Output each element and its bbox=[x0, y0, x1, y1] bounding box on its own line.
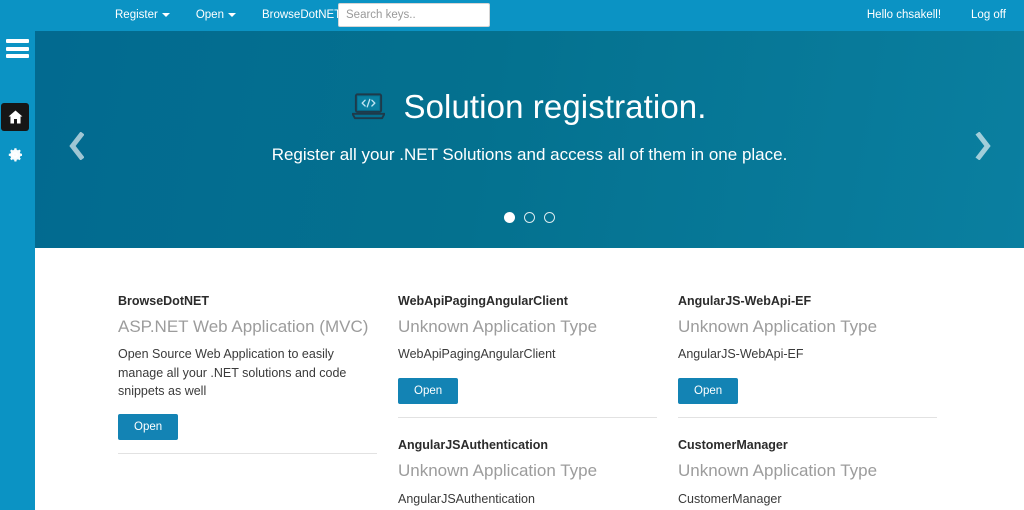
gear-icon bbox=[7, 147, 23, 163]
carousel-indicators bbox=[35, 212, 1024, 223]
hero-title-row: Solution registration. bbox=[35, 89, 1024, 125]
nav-item-open-label: Open bbox=[196, 9, 224, 21]
nav-links-group: Register Open BrowseDotNET bbox=[115, 0, 353, 31]
top-navigation-bar: Register Open BrowseDotNET Hello chsakel… bbox=[0, 0, 1024, 31]
solution-card-title: AngularJS-WebApi-EF bbox=[678, 294, 937, 308]
open-button[interactable]: Open bbox=[678, 378, 738, 405]
solution-card-title: AngularJSAuthentication bbox=[398, 438, 657, 452]
solution-column-2: WebApiPagingAngularClient Unknown Applic… bbox=[398, 294, 678, 510]
carousel-indicator-1[interactable] bbox=[504, 212, 515, 223]
laptop-code-icon bbox=[352, 92, 385, 122]
solution-card-description: WebApiPagingAngularClient bbox=[398, 345, 646, 363]
hero-content: Solution registration. Register all your… bbox=[35, 89, 1024, 165]
home-icon bbox=[8, 110, 23, 124]
carousel-next-button[interactable] bbox=[964, 123, 1004, 169]
nav-item-browsedotnet-label: BrowseDotNET bbox=[262, 9, 341, 21]
solution-card[interactable]: AngularJSAuthentication Unknown Applicat… bbox=[398, 438, 657, 510]
open-button[interactable]: Open bbox=[398, 378, 458, 405]
greeting-link[interactable]: Hello chsakell! bbox=[867, 0, 941, 31]
solution-card-type: Unknown Application Type bbox=[678, 317, 937, 337]
hamburger-bar bbox=[6, 47, 29, 51]
solution-column-1: BrowseDotNET ASP.NET Web Application (MV… bbox=[118, 294, 398, 510]
chevron-down-icon bbox=[228, 13, 236, 17]
carousel-indicator-2[interactable] bbox=[524, 212, 535, 223]
hamburger-bar bbox=[6, 39, 29, 43]
chevron-right-icon bbox=[975, 132, 993, 160]
solution-card-title: CustomerManager bbox=[678, 438, 937, 452]
sidebar-item-settings[interactable] bbox=[1, 141, 29, 169]
solution-card-type: Unknown Application Type bbox=[678, 461, 937, 481]
hamburger-icon[interactable] bbox=[6, 39, 29, 58]
solution-card-description: CustomerManager bbox=[678, 490, 926, 508]
nav-item-register-label: Register bbox=[115, 9, 158, 21]
carousel-indicator-3[interactable] bbox=[544, 212, 555, 223]
solution-card-type: Unknown Application Type bbox=[398, 461, 657, 481]
sidebar-item-home[interactable] bbox=[1, 103, 29, 131]
solution-card-description: Open Source Web Application to easily ma… bbox=[118, 345, 366, 399]
hero-title: Solution registration. bbox=[403, 89, 706, 125]
solutions-content-area: BrowseDotNET ASP.NET Web Application (MV… bbox=[35, 248, 1024, 510]
search-input[interactable] bbox=[338, 3, 490, 27]
nav-item-register[interactable]: Register bbox=[115, 0, 170, 31]
solution-card[interactable]: BrowseDotNET ASP.NET Web Application (MV… bbox=[118, 294, 377, 454]
hamburger-bar bbox=[6, 54, 29, 58]
solution-card[interactable]: WebApiPagingAngularClient Unknown Applic… bbox=[398, 294, 657, 418]
hero-subtitle: Register all your .NET Solutions and acc… bbox=[35, 145, 1024, 165]
solution-card[interactable]: AngularJS-WebApi-EF Unknown Application … bbox=[678, 294, 937, 418]
solution-cards-grid: BrowseDotNET ASP.NET Web Application (MV… bbox=[35, 294, 1024, 510]
solution-card-type: Unknown Application Type bbox=[398, 317, 657, 337]
nav-item-open[interactable]: Open bbox=[196, 0, 236, 31]
solution-column-3: AngularJS-WebApi-EF Unknown Application … bbox=[678, 294, 958, 510]
app-root: Register Open BrowseDotNET Hello chsakel… bbox=[0, 0, 1024, 510]
chevron-down-icon bbox=[162, 13, 170, 17]
search-box bbox=[338, 3, 490, 27]
solution-card-title: WebApiPagingAngularClient bbox=[398, 294, 657, 308]
solution-card-description: AngularJS-WebApi-EF bbox=[678, 345, 926, 363]
solution-card-type: ASP.NET Web Application (MVC) bbox=[118, 317, 377, 337]
hero-carousel: Solution registration. Register all your… bbox=[35, 31, 1024, 248]
left-sidebar bbox=[0, 31, 35, 510]
solution-card-description: AngularJSAuthentication bbox=[398, 490, 646, 508]
logoff-link[interactable]: Log off bbox=[971, 0, 1006, 31]
open-button[interactable]: Open bbox=[118, 414, 178, 441]
solution-card[interactable]: CustomerManager Unknown Application Type… bbox=[678, 438, 937, 510]
nav-user-group: Hello chsakell! Log off bbox=[867, 0, 1006, 31]
solution-card-title: BrowseDotNET bbox=[118, 294, 377, 308]
